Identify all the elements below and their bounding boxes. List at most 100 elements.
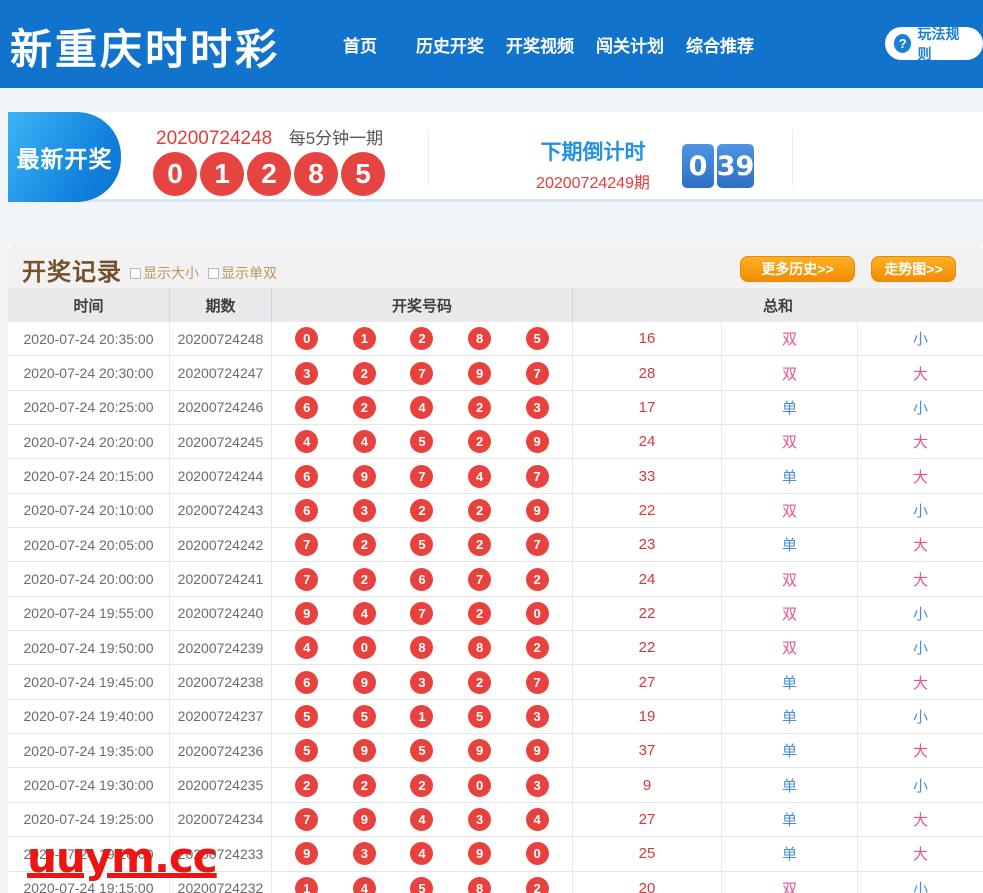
number-ball: 4: [353, 602, 376, 625]
number-ball: 3: [353, 842, 376, 865]
numbers-cell: 01285: [272, 322, 573, 355]
period-cell: 20200724237: [170, 700, 272, 733]
number-ball: 2: [410, 774, 433, 797]
oddeven-cell: 双: [722, 322, 858, 355]
number-ball: 4: [295, 430, 318, 453]
more-history-button[interactable]: 更多历史>>: [740, 256, 855, 282]
number-ball: 2: [468, 533, 491, 556]
oddeven-cell: 单: [722, 734, 858, 767]
bigsmall-cell: 小: [858, 494, 983, 527]
bigsmall-cell: 小: [858, 391, 983, 424]
sum-cell: 25: [573, 837, 722, 870]
nav-item-home[interactable]: 首页: [315, 32, 405, 57]
trend-chart-button[interactable]: 走势图>>: [871, 256, 956, 282]
number-ball: 3: [526, 705, 549, 728]
records-panel: 开奖记录 显示大小 显示单双 更多历史>> 走势图>> 时间 期数 开奖号码 总…: [8, 245, 983, 893]
period-cell: 20200724248: [170, 322, 272, 355]
period-cell: 20200724235: [170, 768, 272, 801]
table-row: 2020-07-24 19:25:00202007242347943427单大: [8, 803, 983, 837]
sum-cell: 22: [573, 597, 722, 630]
table-row: 2020-07-24 20:05:00202007242427252723单大: [8, 528, 983, 562]
table-row: 2020-07-24 20:15:00202007242446974733单大: [8, 459, 983, 493]
bigsmall-cell: 大: [858, 837, 983, 870]
sum-cell: 19: [573, 700, 722, 733]
time-cell: 2020-07-24 19:45:00: [8, 665, 170, 698]
bigsmall-cell: 小: [858, 597, 983, 630]
nav-item-video[interactable]: 开奖视频: [495, 32, 585, 57]
time-cell: 2020-07-24 19:30:00: [8, 768, 170, 801]
number-ball: 7: [410, 602, 433, 625]
show-oddeven-option[interactable]: 显示单双: [208, 263, 277, 283]
number-ball: 4: [353, 430, 376, 453]
number-ball: 9: [468, 739, 491, 762]
sum-cell: 27: [573, 665, 722, 698]
bigsmall-cell: 大: [858, 562, 983, 595]
number-ball: 0: [526, 842, 549, 865]
time-cell: 2020-07-24 20:20:00: [8, 425, 170, 458]
sum-cell: 20: [573, 872, 722, 893]
period-cell: 20200724234: [170, 803, 272, 836]
main-nav: 首页 历史开奖 开奖视频 闯关计划 综合推荐: [315, 0, 765, 88]
nav-item-pass-plan[interactable]: 闯关计划: [585, 32, 675, 57]
number-ball: 6: [295, 671, 318, 694]
number-ball: 2: [353, 568, 376, 591]
sum-cell: 24: [573, 425, 722, 458]
draw-ball: 5: [341, 152, 385, 196]
numbers-cell: 59599: [272, 734, 573, 767]
period-cell: 20200724239: [170, 631, 272, 664]
display-options: 显示大小 显示单双: [130, 263, 277, 283]
number-ball: 2: [295, 774, 318, 797]
latest-draw-numbers: 0 1 2 8 5: [153, 152, 385, 196]
draw-ball: 8: [294, 152, 338, 196]
show-bigsmall-label: 显示大小: [143, 263, 199, 283]
table-row: 2020-07-24 20:00:00202007242417267224双大: [8, 562, 983, 596]
number-ball: 7: [295, 808, 318, 831]
number-ball: 7: [410, 362, 433, 385]
time-cell: 2020-07-24 20:10:00: [8, 494, 170, 527]
show-oddeven-label: 显示单双: [221, 263, 277, 283]
number-ball: 2: [353, 362, 376, 385]
number-ball: 2: [468, 671, 491, 694]
table-row: 2020-07-24 20:35:00202007242480128516双小: [8, 322, 983, 356]
latest-draw-card: 最新开奖 20200724248 每5分钟一期 0 1 2 8 5 下期倒计时 …: [8, 112, 983, 202]
countdown-timer: 0 39: [682, 144, 754, 188]
show-oddeven-checkbox[interactable]: [208, 268, 219, 279]
nav-item-recommend[interactable]: 综合推荐: [675, 32, 765, 57]
numbers-cell: 72527: [272, 528, 573, 561]
column-header-time: 时间: [8, 288, 170, 322]
oddeven-cell: 单: [722, 391, 858, 424]
number-ball: 2: [410, 499, 433, 522]
number-ball: 8: [468, 877, 491, 893]
column-header-period: 期数: [170, 288, 272, 322]
rules-button[interactable]: ? 玩法规则: [885, 27, 983, 60]
sum-cell: 17: [573, 391, 722, 424]
numbers-cell: 93490: [272, 837, 573, 870]
time-cell: 2020-07-24 19:40:00: [8, 700, 170, 733]
period-cell: 20200724245: [170, 425, 272, 458]
bigsmall-cell: 小: [858, 631, 983, 664]
period-cell: 20200724242: [170, 528, 272, 561]
nav-item-history[interactable]: 历史开奖: [405, 32, 495, 57]
number-ball: 3: [410, 671, 433, 694]
number-ball: 9: [468, 362, 491, 385]
show-bigsmall-option[interactable]: 显示大小: [130, 263, 199, 283]
oddeven-cell: 双: [722, 356, 858, 389]
period-cell: 20200724241: [170, 562, 272, 595]
number-ball: 4: [353, 877, 376, 893]
numbers-cell: 62423: [272, 391, 573, 424]
records-panel-head: 开奖记录 显示大小 显示单双 更多历史>> 走势图>>: [8, 245, 983, 288]
period-cell: 20200724243: [170, 494, 272, 527]
number-ball: 6: [295, 396, 318, 419]
rules-button-label: 玩法规则: [917, 24, 969, 64]
number-ball: 5: [410, 877, 433, 893]
time-cell: 2020-07-24 19:55:00: [8, 597, 170, 630]
number-ball: 9: [526, 430, 549, 453]
show-bigsmall-checkbox[interactable]: [130, 268, 141, 279]
number-ball: 7: [295, 533, 318, 556]
time-cell: 2020-07-24 20:15:00: [8, 459, 170, 492]
numbers-cell: 63229: [272, 494, 573, 527]
table-row: 2020-07-24 19:55:00202007242409472022双小: [8, 597, 983, 631]
number-ball: 9: [526, 499, 549, 522]
sum-cell: 22: [573, 631, 722, 664]
table-row: 2020-07-24 19:35:00202007242365959937单大: [8, 734, 983, 768]
